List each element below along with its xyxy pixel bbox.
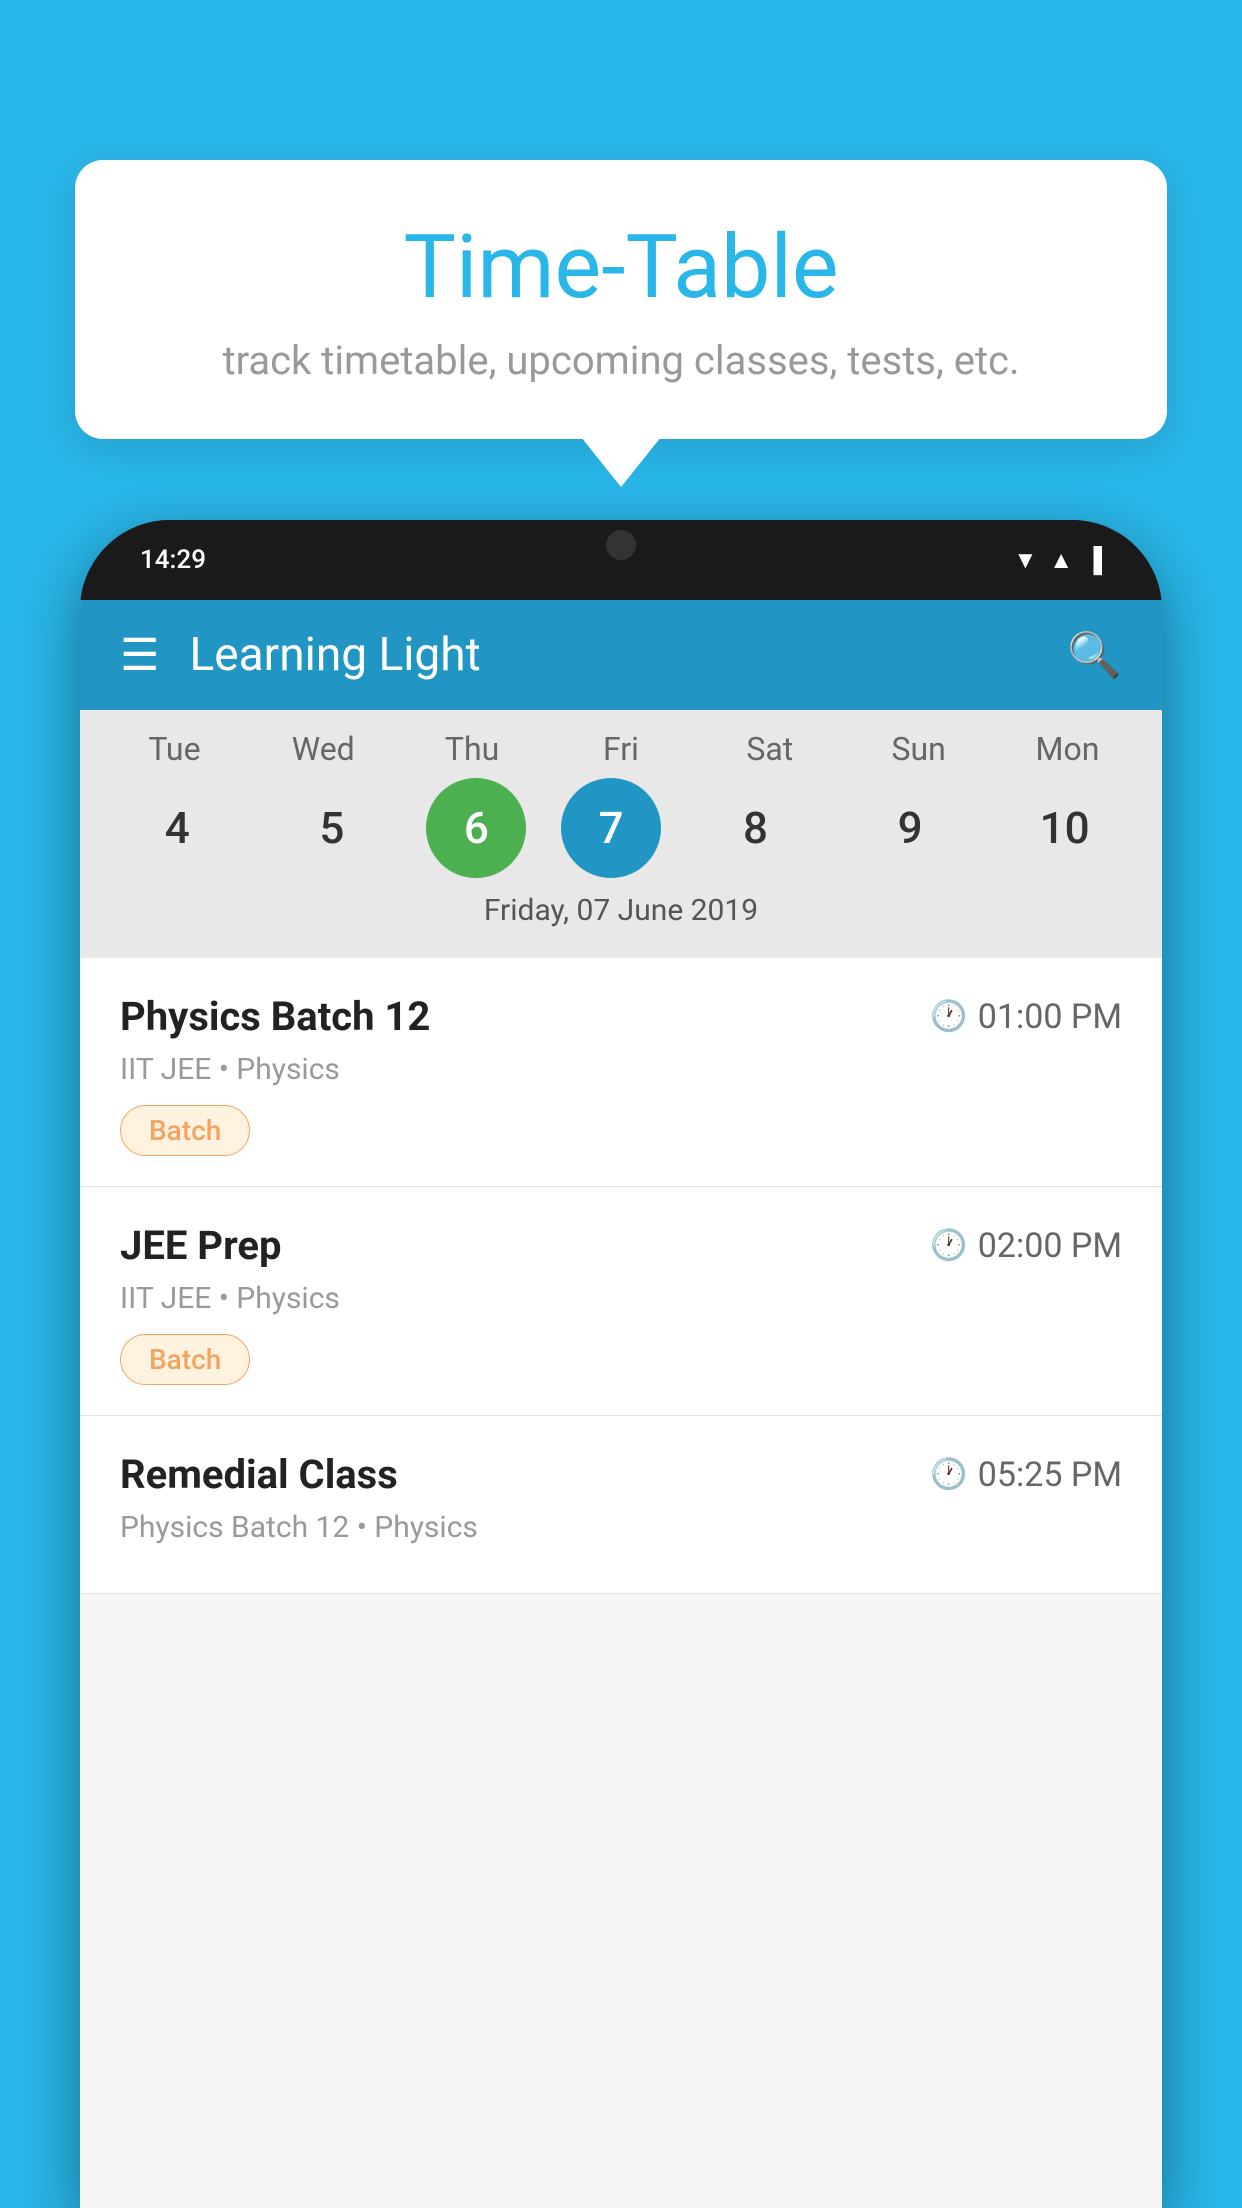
calendar-strip: Tue Wed Thu Fri Sat Sun Mon 4 5 6 7 8 9 … [80,710,1162,958]
class-item-2-header: JEE Prep 🕐 02:00 PM [120,1222,1122,1269]
batch-badge-1: Batch [120,1105,250,1156]
clock-icon-1: 🕐 [930,999,967,1034]
class-item-1-header: Physics Batch 12 🕐 01:00 PM [120,993,1122,1040]
status-time: 14:29 [140,545,206,575]
class-meta-2: IIT JEE • Physics [120,1281,1122,1316]
day-header-sat: Sat [710,730,830,768]
class-name-2: JEE Prep [120,1222,281,1269]
search-icon[interactable]: 🔍 [1067,629,1122,681]
class-time-3: 🕐 05:25 PM [930,1455,1122,1495]
class-name-3: Remedial Class [120,1451,398,1498]
class-item-3[interactable]: Remedial Class 🕐 05:25 PM Physics Batch … [80,1416,1162,1594]
day-4[interactable]: 4 [117,778,237,878]
tooltip-subtitle: track timetable, upcoming classes, tests… [145,337,1097,384]
class-time-1: 🕐 01:00 PM [930,997,1122,1037]
selected-date-label: Friday, 07 June 2019 [80,878,1162,948]
class-meta-3: Physics Batch 12 • Physics [120,1510,1122,1545]
status-bar: 14:29 ▼ ▲ ▐ [80,520,1162,600]
tooltip-card: Time-Table track timetable, upcoming cla… [75,160,1167,439]
class-name-1: Physics Batch 12 [120,993,430,1040]
day-6-today[interactable]: 6 [426,778,526,878]
class-time-2: 🕐 02:00 PM [930,1226,1122,1266]
app-bar: ☰ Learning Light 🔍 [80,600,1162,710]
day-8[interactable]: 8 [696,778,816,878]
batch-badge-2: Batch [120,1334,250,1385]
day-header-mon: Mon [1007,730,1127,768]
app-screen: ☰ Learning Light 🔍 Tue Wed Thu Fri Sat S… [80,600,1162,2208]
wifi-icon: ▼ [1013,546,1037,575]
day-numbers: 4 5 6 7 8 9 10 [80,778,1162,878]
day-header-thu: Thu [412,730,532,768]
class-item-1[interactable]: Physics Batch 12 🕐 01:00 PM IIT JEE • Ph… [80,958,1162,1187]
phone-mockup: 14:29 ▼ ▲ ▐ ☰ Learning Light 🔍 Tue Wed T… [80,520,1162,2208]
status-icons: ▼ ▲ ▐ [1013,546,1102,575]
app-bar-title: Learning Light [189,628,1037,682]
day-header-sun: Sun [859,730,979,768]
class-list: Physics Batch 12 🕐 01:00 PM IIT JEE • Ph… [80,958,1162,1594]
day-7-selected[interactable]: 7 [561,778,661,878]
day-5[interactable]: 5 [272,778,392,878]
day-headers: Tue Wed Thu Fri Sat Sun Mon [80,730,1162,768]
day-10[interactable]: 10 [1005,778,1125,878]
class-item-3-header: Remedial Class 🕐 05:25 PM [120,1451,1122,1498]
day-9[interactable]: 9 [850,778,970,878]
day-header-tue: Tue [114,730,234,768]
battery-icon: ▐ [1085,546,1102,575]
camera-notch [606,530,636,560]
day-header-fri: Fri [561,730,681,768]
class-item-2[interactable]: JEE Prep 🕐 02:00 PM IIT JEE • Physics Ba… [80,1187,1162,1416]
clock-icon-3: 🕐 [930,1457,967,1492]
hamburger-icon[interactable]: ☰ [120,633,159,677]
signal-icon: ▲ [1049,546,1073,575]
class-meta-1: IIT JEE • Physics [120,1052,1122,1087]
tooltip-title: Time-Table [145,220,1097,317]
day-header-wed: Wed [263,730,383,768]
clock-icon-2: 🕐 [930,1228,967,1263]
